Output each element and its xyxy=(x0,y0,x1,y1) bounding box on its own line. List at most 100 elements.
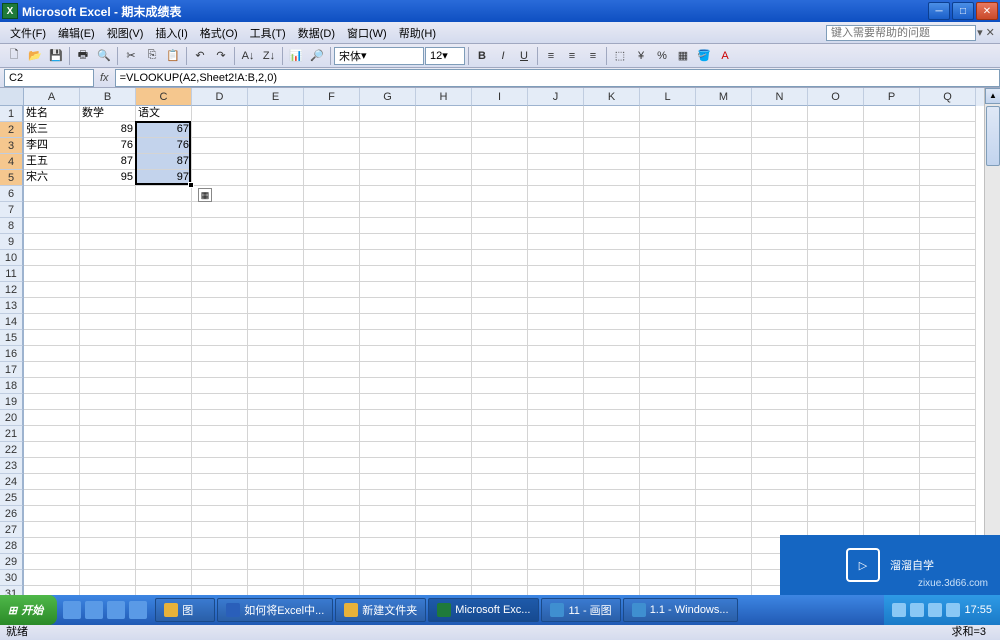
scroll-up-arrow[interactable]: ▲ xyxy=(985,88,1000,104)
cell[interactable] xyxy=(528,282,584,298)
cell[interactable] xyxy=(640,138,696,154)
cell[interactable] xyxy=(864,410,920,426)
column-header[interactable]: K xyxy=(584,88,640,106)
cell[interactable] xyxy=(304,250,360,266)
cell[interactable] xyxy=(528,186,584,202)
cell[interactable] xyxy=(192,442,248,458)
cell[interactable] xyxy=(192,378,248,394)
cell[interactable]: 76 xyxy=(80,138,136,154)
cell[interactable] xyxy=(416,234,472,250)
cell[interactable] xyxy=(360,154,416,170)
cell[interactable] xyxy=(640,266,696,282)
cell[interactable] xyxy=(248,522,304,538)
cell[interactable] xyxy=(360,314,416,330)
cell[interactable] xyxy=(192,538,248,554)
cell[interactable] xyxy=(416,362,472,378)
cell[interactable] xyxy=(136,410,192,426)
cell[interactable] xyxy=(920,218,976,234)
cell[interactable]: 87 xyxy=(80,154,136,170)
cell[interactable] xyxy=(528,202,584,218)
cell[interactable] xyxy=(80,362,136,378)
cell[interactable] xyxy=(24,346,80,362)
ql-icon[interactable] xyxy=(85,601,103,619)
cell[interactable] xyxy=(416,186,472,202)
fill-color-icon[interactable]: 🪣 xyxy=(694,46,714,66)
cell[interactable] xyxy=(472,522,528,538)
tray-icon[interactable] xyxy=(946,603,960,617)
cell[interactable] xyxy=(80,250,136,266)
cell[interactable] xyxy=(304,378,360,394)
cell[interactable] xyxy=(248,506,304,522)
cell[interactable] xyxy=(416,154,472,170)
cell[interactable] xyxy=(304,282,360,298)
cell[interactable] xyxy=(248,106,304,122)
cell[interactable] xyxy=(192,506,248,522)
cell[interactable]: 王五 xyxy=(24,154,80,170)
underline-icon[interactable]: U xyxy=(514,46,534,66)
cell[interactable] xyxy=(808,474,864,490)
cell[interactable] xyxy=(752,202,808,218)
cell[interactable] xyxy=(864,298,920,314)
cell[interactable] xyxy=(472,458,528,474)
cell[interactable] xyxy=(304,426,360,442)
cell[interactable] xyxy=(416,218,472,234)
menu-item[interactable]: 插入(I) xyxy=(149,23,193,43)
currency-icon[interactable]: ¥ xyxy=(631,46,651,66)
cell[interactable] xyxy=(360,362,416,378)
cell[interactable] xyxy=(584,234,640,250)
cell[interactable] xyxy=(752,282,808,298)
cell[interactable] xyxy=(248,474,304,490)
percent-icon[interactable]: % xyxy=(652,46,672,66)
cell[interactable] xyxy=(248,362,304,378)
cell[interactable] xyxy=(416,250,472,266)
cell[interactable] xyxy=(808,458,864,474)
cell[interactable] xyxy=(192,362,248,378)
cell[interactable] xyxy=(696,362,752,378)
cell[interactable] xyxy=(528,570,584,586)
cell[interactable] xyxy=(584,378,640,394)
row-header[interactable]: 12 xyxy=(0,282,23,298)
cell[interactable] xyxy=(696,154,752,170)
select-all-corner[interactable] xyxy=(0,88,23,106)
cell[interactable] xyxy=(416,490,472,506)
cell[interactable] xyxy=(752,378,808,394)
cell[interactable] xyxy=(752,138,808,154)
cell[interactable] xyxy=(80,442,136,458)
cell[interactable] xyxy=(192,122,248,138)
minimize-button[interactable]: ─ xyxy=(928,2,950,20)
cell[interactable] xyxy=(136,234,192,250)
cell[interactable] xyxy=(248,138,304,154)
cell[interactable] xyxy=(864,234,920,250)
cell[interactable] xyxy=(752,442,808,458)
cell[interactable] xyxy=(752,362,808,378)
cell[interactable] xyxy=(24,570,80,586)
cell[interactable] xyxy=(192,394,248,410)
cell[interactable] xyxy=(640,282,696,298)
column-header[interactable]: L xyxy=(640,88,696,106)
cell[interactable] xyxy=(24,490,80,506)
cell[interactable] xyxy=(808,314,864,330)
cell[interactable] xyxy=(136,570,192,586)
cell[interactable] xyxy=(304,234,360,250)
ql-icon[interactable] xyxy=(129,601,147,619)
cell[interactable] xyxy=(472,554,528,570)
cell[interactable] xyxy=(696,378,752,394)
cell[interactable] xyxy=(248,170,304,186)
cell[interactable] xyxy=(920,346,976,362)
cell[interactable] xyxy=(752,426,808,442)
cell[interactable] xyxy=(136,218,192,234)
italic-icon[interactable]: I xyxy=(493,46,513,66)
cell[interactable] xyxy=(248,394,304,410)
cell[interactable] xyxy=(528,298,584,314)
cell[interactable] xyxy=(248,554,304,570)
cell[interactable] xyxy=(24,234,80,250)
cell[interactable] xyxy=(640,186,696,202)
cell[interactable] xyxy=(640,250,696,266)
cell[interactable] xyxy=(472,282,528,298)
cell[interactable] xyxy=(136,330,192,346)
menu-chevron[interactable]: ▾ ✕ xyxy=(976,26,996,39)
cell[interactable] xyxy=(416,394,472,410)
cell[interactable] xyxy=(360,170,416,186)
row-header[interactable]: 26 xyxy=(0,506,23,522)
row-header[interactable]: 19 xyxy=(0,394,23,410)
